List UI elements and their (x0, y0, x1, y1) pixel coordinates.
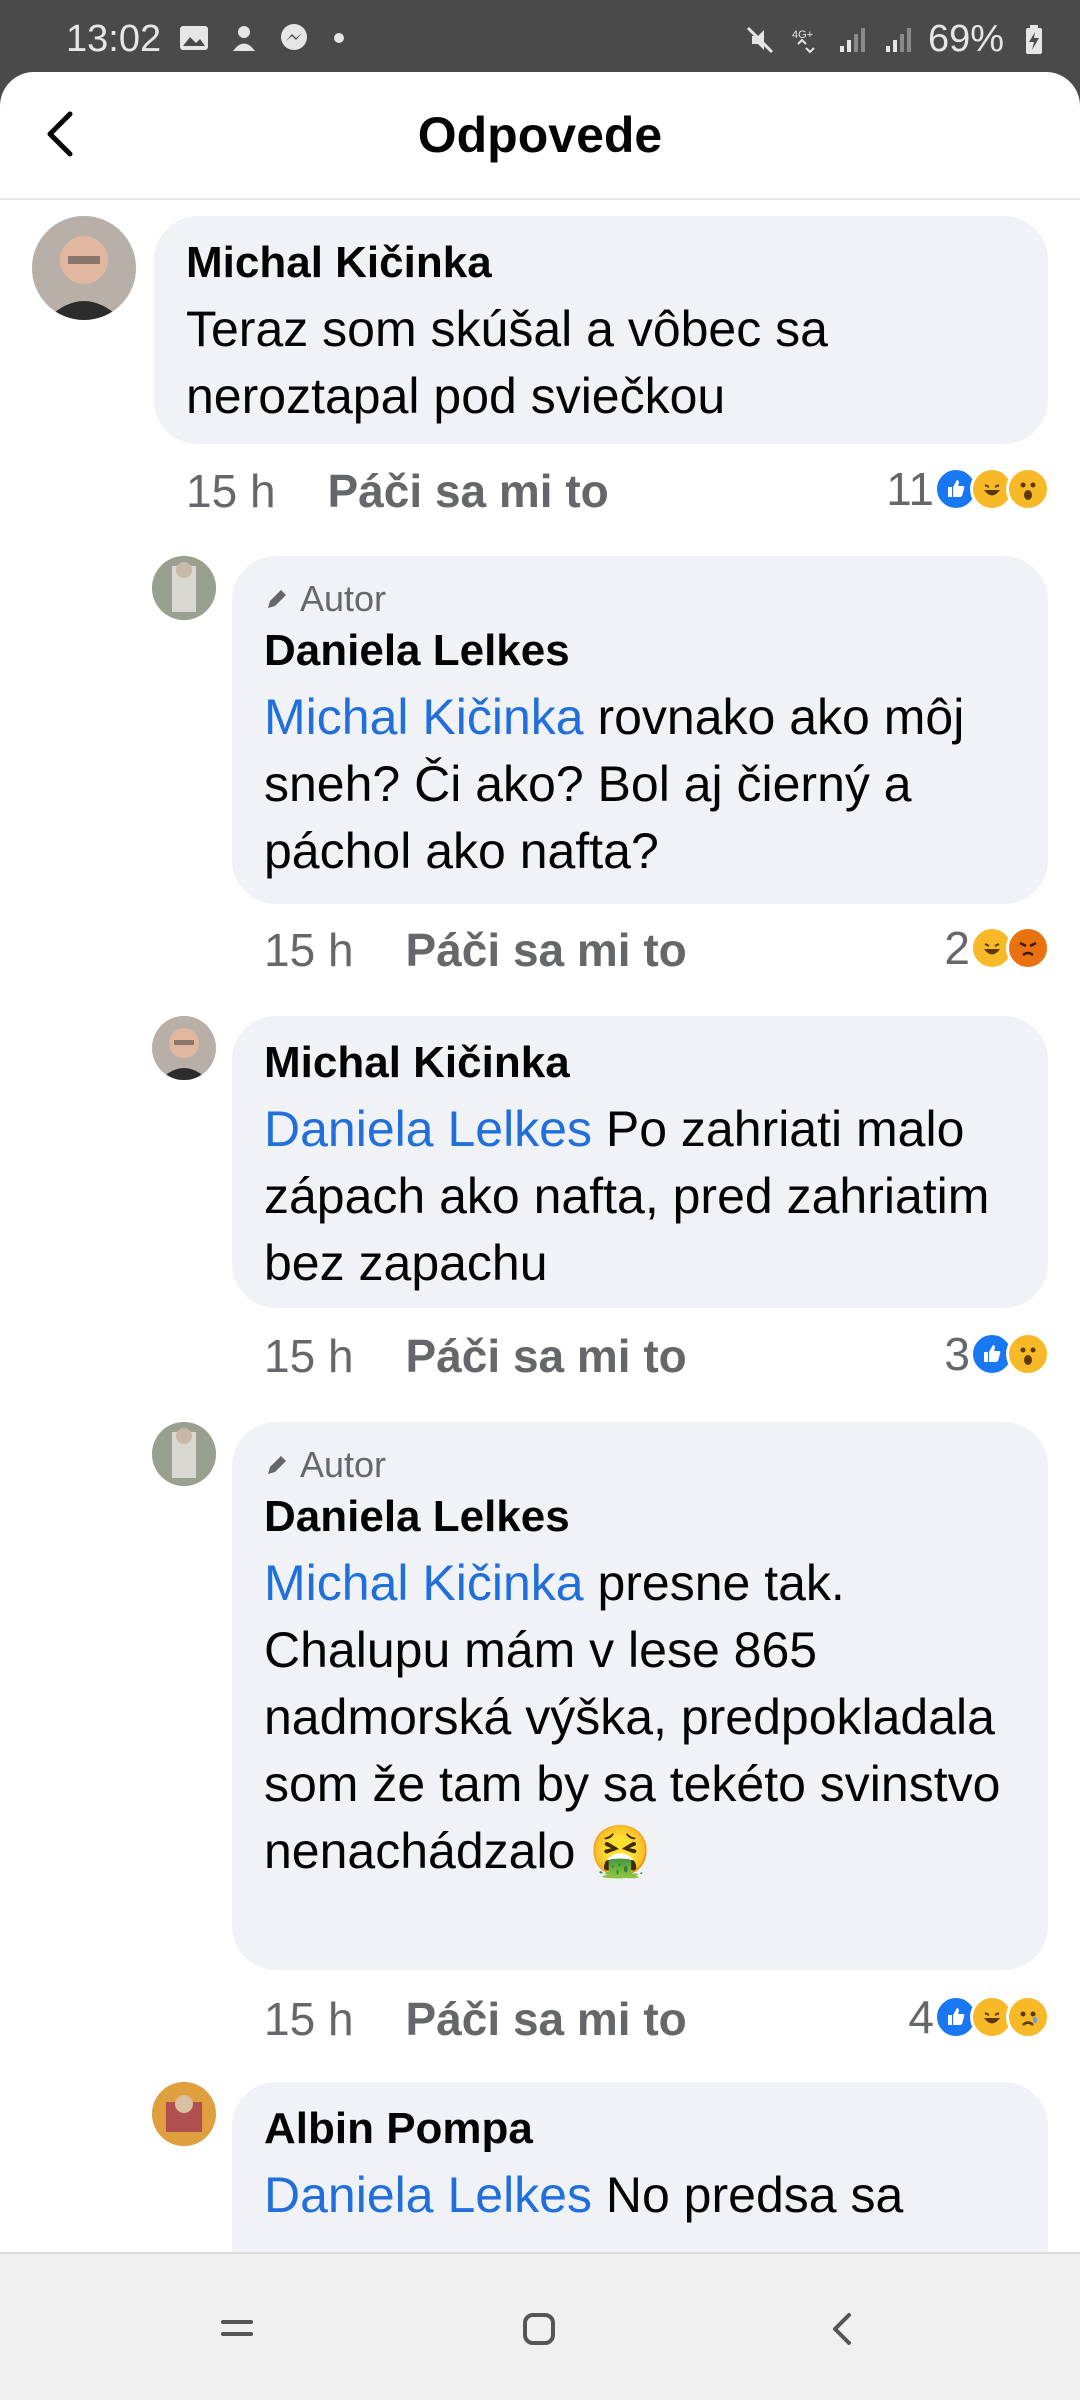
comment-body: No predsa sa (591, 2167, 904, 2223)
like-button[interactable]: Páči sa mi to (406, 1992, 687, 2046)
avatar-photo (152, 2082, 216, 2146)
home-icon (523, 2313, 555, 2345)
author-badge-label: Autor (300, 1444, 387, 1485)
avatar-photo (152, 1016, 216, 1080)
more-notifications-dot (334, 33, 344, 43)
page-title: Odpovede (417, 107, 663, 163)
comment-bubble[interactable]: Autor Daniela Lelkes Michal Kičinka pres… (232, 1422, 1048, 1970)
comment-bubble[interactable]: Michal Kičinka Daniela Lelkes Po zahriat… (232, 1016, 1048, 1308)
comment-author[interactable]: Daniela Lelkes (264, 626, 1018, 676)
comment-author[interactable]: Albin Pompa (264, 2104, 1018, 2154)
comment-actions: 15 h Páči sa mi to (264, 1329, 687, 1383)
battery-charging-icon (1026, 24, 1042, 54)
author-badge: Autor (264, 578, 1018, 620)
reaction-count: 4 (908, 1991, 934, 2043)
wow-reaction-icon (1006, 1332, 1050, 1376)
avatar[interactable] (32, 216, 136, 320)
comment-time[interactable]: 15 h (264, 923, 354, 977)
avatar[interactable] (152, 2082, 216, 2146)
mention-link[interactable]: Daniela Lelkes (264, 1101, 592, 1157)
pencil-icon (268, 590, 286, 608)
gallery-icon (180, 26, 208, 50)
angry-reaction-icon (1006, 926, 1050, 970)
signal-icon (839, 27, 865, 52)
comment-time[interactable]: 15 h (264, 1329, 354, 1383)
comment-actions: 15 h Páči sa mi to (264, 923, 687, 977)
network-icon: 4G+ (792, 29, 815, 53)
user-icon (233, 26, 255, 51)
mention-link[interactable]: Michal Kičinka (264, 689, 584, 745)
mention-link[interactable]: Daniela Lelkes (264, 2167, 592, 2223)
header: Odpovede (0, 72, 1080, 200)
comment-author[interactable]: Michal Kičinka (186, 238, 1018, 288)
wow-reaction-icon (1006, 467, 1050, 511)
comment-bubble[interactable]: Michal Kičinka Teraz som skúšal a vôbec … (154, 216, 1048, 444)
comment-actions: 15 h Páči sa mi to (186, 464, 609, 518)
comment-text: Daniela Lelkes No predsa sa (264, 2162, 1018, 2229)
mention-link[interactable]: Michal Kičinka (264, 1555, 584, 1611)
comment-text: Michal Kičinka rovnako ako môj sneh? Či … (264, 684, 1018, 885)
avatar[interactable] (152, 1422, 216, 1486)
recent-apps-icon (221, 2320, 253, 2336)
author-badge-label: Autor (300, 578, 387, 619)
battery-percentage: 69% (927, 18, 1004, 60)
pencil-icon (268, 1456, 286, 1474)
messenger-icon (281, 24, 307, 50)
reactions-summary[interactable]: 11 (886, 462, 1050, 516)
home-button[interactable] (504, 2294, 574, 2364)
comment-time[interactable]: 15 h (264, 1992, 354, 2046)
comment-bubble[interactable]: Albin Pompa Daniela Lelkes No predsa sa (232, 2082, 1048, 2252)
avatar-photo (32, 216, 136, 320)
status-bar: 13:02 4G+ 69% (0, 0, 1080, 78)
comment-time[interactable]: 15 h (186, 464, 276, 518)
comment-bubble[interactable]: Autor Daniela Lelkes Michal Kičinka rovn… (232, 556, 1048, 904)
comment-author[interactable]: Daniela Lelkes (264, 1492, 1018, 1542)
reactions-summary[interactable]: 2 (944, 921, 1050, 975)
author-badge: Autor (264, 1444, 1018, 1486)
notification-icons (178, 22, 344, 54)
like-button[interactable]: Páči sa mi to (406, 923, 687, 977)
reaction-count: 2 (944, 922, 970, 974)
reactions-summary[interactable]: 4 (908, 1990, 1050, 2044)
back-icon (833, 2313, 851, 2345)
system-back-button[interactable] (808, 2294, 878, 2364)
replies-sheet: Odpovede Michal Kičinka Teraz som skúšal… (0, 72, 1080, 2252)
system-icons: 4G+ 69% (744, 18, 1050, 61)
recent-apps-button[interactable] (202, 2294, 272, 2364)
avatar-photo (152, 1422, 216, 1486)
reaction-count: 11 (886, 463, 934, 515)
comment-actions: 15 h Páči sa mi to (264, 1992, 687, 2046)
status-time: 13:02 (66, 18, 162, 60)
system-navigation-bar (0, 2252, 1080, 2400)
like-button[interactable]: Páči sa mi to (406, 1329, 687, 1383)
sad-reaction-icon (1006, 1995, 1050, 2039)
comment-text: Michal Kičinka presne tak. Chalupu mám v… (264, 1550, 1018, 1885)
like-button[interactable]: Páči sa mi to (328, 464, 609, 518)
comment-text: Daniela Lelkes Po zahriati malo zápach a… (264, 1096, 1018, 1297)
avatar-photo (152, 556, 216, 620)
reactions-summary[interactable]: 3 (944, 1327, 1050, 1381)
mute-icon (746, 26, 773, 53)
reaction-count: 3 (944, 1328, 970, 1380)
signal-icon-2 (885, 27, 911, 52)
comment-author[interactable]: Michal Kičinka (264, 1038, 1018, 1088)
avatar[interactable] (152, 556, 216, 620)
comment-text: Teraz som skúšal a vôbec sa neroztapal p… (186, 301, 828, 424)
avatar[interactable] (152, 1016, 216, 1080)
